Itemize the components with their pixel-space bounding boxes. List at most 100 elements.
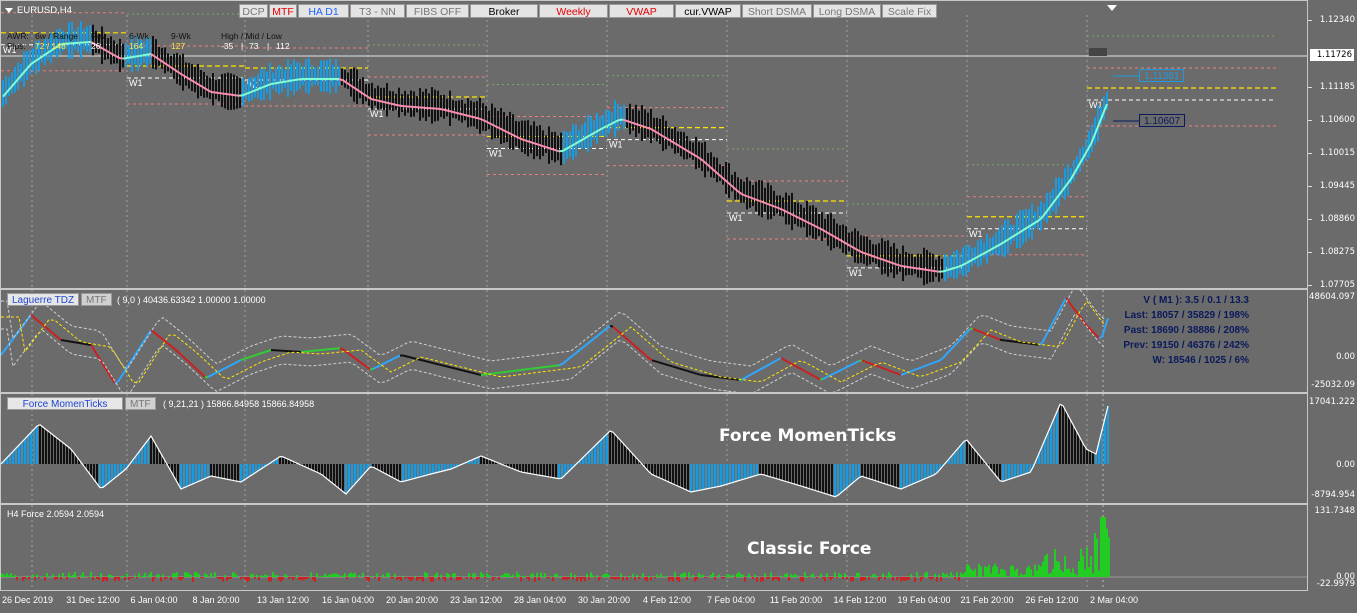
- price-chart-canvas[interactable]: W1W1 W1W1W1W1W1W1W1W1: [1, 1, 1308, 289]
- laguerre-line-segment: [570, 353, 575, 358]
- laguerre-line-segment: [756, 368, 761, 373]
- moving-average-segment: [950, 266, 956, 270]
- moving-average-segment: [294, 78, 300, 81]
- moving-average-segment: [954, 265, 960, 269]
- laguerre-line-segment: [1050, 320, 1055, 327]
- price-chart-panel[interactable]: W1 W1 W1 W1 W1 W1 W1 W1 W1 W1 EURUSD,H4 DCP MTF HA …: [0, 0, 1308, 289]
- laguerre-line-segment: [567, 356, 572, 361]
- moving-average-segment: [210, 91, 216, 94]
- moving-average-segment: [910, 266, 916, 270]
- time-axis[interactable]: 26 Dec 2019 31 Dec 12:00 6 Jan 04:00 8 Jan …: [0, 591, 1308, 613]
- price-scale-label: 1.11185: [1319, 82, 1355, 92]
- laguerre-line-segment: [441, 364, 446, 367]
- moving-average-segment: [546, 146, 552, 150]
- laguerre-line-segment: [210, 372, 215, 377]
- toolbar-button-cur-vwap[interactable]: cur.VWAP: [675, 4, 741, 18]
- laguerre-line-segment: [174, 348, 179, 353]
- classic-force-panel[interactable]: H4 Force 2.0594 2.0594 Classic Force: [0, 504, 1308, 591]
- toolbar-button-scale-fix[interactable]: Scale Fix: [882, 4, 937, 18]
- laguerre-panel[interactable]: Laguerre TDZ MTF ( 9,0 ) 40436.63342 1.0…: [0, 289, 1308, 393]
- laguerre-line-segment: [597, 332, 602, 337]
- toolbar-button-short-dsma[interactable]: Short DSMA: [742, 4, 812, 18]
- moving-average-segment: [550, 147, 556, 152]
- laguerre-line-segment: [639, 349, 644, 354]
- moving-average-segment: [246, 91, 252, 95]
- laguerre-line-segment: [408, 356, 413, 359]
- laguerre-line-segment: [774, 358, 779, 363]
- laguerre-scale[interactable]: 48604.097 0.00 -25032.09: [1308, 289, 1357, 393]
- laguerre-line-segment: [1092, 331, 1097, 336]
- laguerre-line-segment: [561, 361, 566, 365]
- laguerre-line-segment: [60, 339, 65, 342]
- force-mt-title[interactable]: Force MomenTicks: [7, 397, 123, 410]
- laguerre-line-segment: [942, 353, 947, 359]
- moving-average-segment: [758, 199, 764, 204]
- laguerre-line-segment: [33, 316, 38, 321]
- laguerre-line-segment: [465, 370, 470, 373]
- laguerre-line-segment: [609, 324, 614, 328]
- laguerre-title[interactable]: Laguerre TDZ: [7, 293, 80, 306]
- toolbar-button-dcp[interactable]: DCP: [239, 4, 268, 18]
- toolbar-button-ha-d1[interactable]: HA D1: [298, 4, 349, 18]
- pips-label: Pips:: [7, 41, 26, 51]
- moving-average-segment: [474, 116, 480, 120]
- laguerre-line-segment: [948, 347, 953, 353]
- laguerre-line-segment: [762, 365, 767, 369]
- laguerre-line-segment: [843, 366, 848, 370]
- toolbar-button-t3-nn[interactable]: T3 - NN: [350, 4, 405, 18]
- moving-average-segment: [214, 91, 220, 95]
- moving-average-segment: [770, 204, 776, 208]
- moving-average-segment: [902, 265, 908, 268]
- force-mt-scale-zero: 0.00: [1336, 460, 1355, 470]
- laguerre-line-segment: [657, 361, 662, 364]
- moving-average-segment: [138, 54, 144, 57]
- laguerre-line-segment: [978, 330, 983, 334]
- laguerre-line-segment: [423, 359, 428, 363]
- laguerre-line-segment: [672, 365, 677, 369]
- time-axis-label: 28 Jan 04:00: [513, 595, 567, 605]
- laguerre-line-segment: [81, 342, 86, 345]
- laguerre-line-segment: [813, 375, 818, 379]
- laguerre-line-segment: [642, 352, 647, 357]
- classic-force-scale[interactable]: 131.7348 0.00 -22.9979: [1308, 504, 1357, 591]
- laguerre-line-segment: [9, 338, 14, 344]
- force-momenticks-panel[interactable]: Force MomenTicks MTF ( 9,21,21 ) 15866.8…: [0, 393, 1308, 504]
- toolbar-button-fibs-off[interactable]: FIBS OFF: [406, 4, 469, 18]
- force-mt-mtf-button[interactable]: MTF: [125, 397, 156, 410]
- toolbar-button-mtf[interactable]: MTF: [269, 4, 297, 18]
- laguerre-line-segment: [474, 372, 479, 376]
- laguerre-line-segment: [1068, 301, 1073, 307]
- moving-average-segment: [290, 79, 296, 82]
- laguerre-line-segment: [234, 360, 239, 364]
- laguerre-line-segment: [804, 370, 809, 374]
- laguerre-line-segment: [192, 365, 197, 370]
- laguerre-line-segment: [72, 341, 77, 344]
- moving-average-segment: [398, 104, 404, 108]
- scroll-marker-icon[interactable]: [1107, 5, 1117, 11]
- laguerre-line-segment: [339, 347, 344, 351]
- laguerre-line-segment: [831, 372, 836, 376]
- laguerre-line-segment: [837, 369, 842, 373]
- moving-average-segment: [846, 243, 852, 248]
- laguerre-line-segment: [780, 357, 785, 361]
- laguerre-line-segment: [897, 372, 902, 376]
- toolbar-button-vwap[interactable]: VWAP: [609, 4, 674, 18]
- time-axis-label: 11 Feb 20:00: [769, 595, 823, 605]
- laguerre-line-segment: [879, 366, 884, 370]
- laguerre-line-segment: [432, 362, 437, 365]
- toolbar-button-long-dsma[interactable]: Long DSMA: [813, 4, 881, 18]
- toolbar-button-broker[interactable]: Broker: [470, 4, 538, 18]
- laguerre-mtf-button[interactable]: MTF: [81, 293, 112, 306]
- toolbar-button-weekly[interactable]: Weekly: [539, 4, 608, 18]
- laguerre-line-segment: [30, 314, 35, 319]
- moving-average-segment: [234, 94, 240, 97]
- price-scale[interactable]: 1.12340 1.11185 1.10600 1.10015 1.09445 1.088…: [1308, 0, 1357, 290]
- laguerre-line-segment: [666, 363, 671, 367]
- moving-average-segment: [1002, 239, 1008, 244]
- laguerre-line-segment: [1, 350, 5, 356]
- force-mt-scale[interactable]: 17041.222 0.00 -8794.954: [1308, 393, 1357, 504]
- laguerre-line-segment: [795, 365, 800, 369]
- moving-average-segment: [466, 114, 472, 118]
- laguerre-line-segment: [765, 363, 770, 368]
- laguerre-line-segment: [462, 369, 467, 373]
